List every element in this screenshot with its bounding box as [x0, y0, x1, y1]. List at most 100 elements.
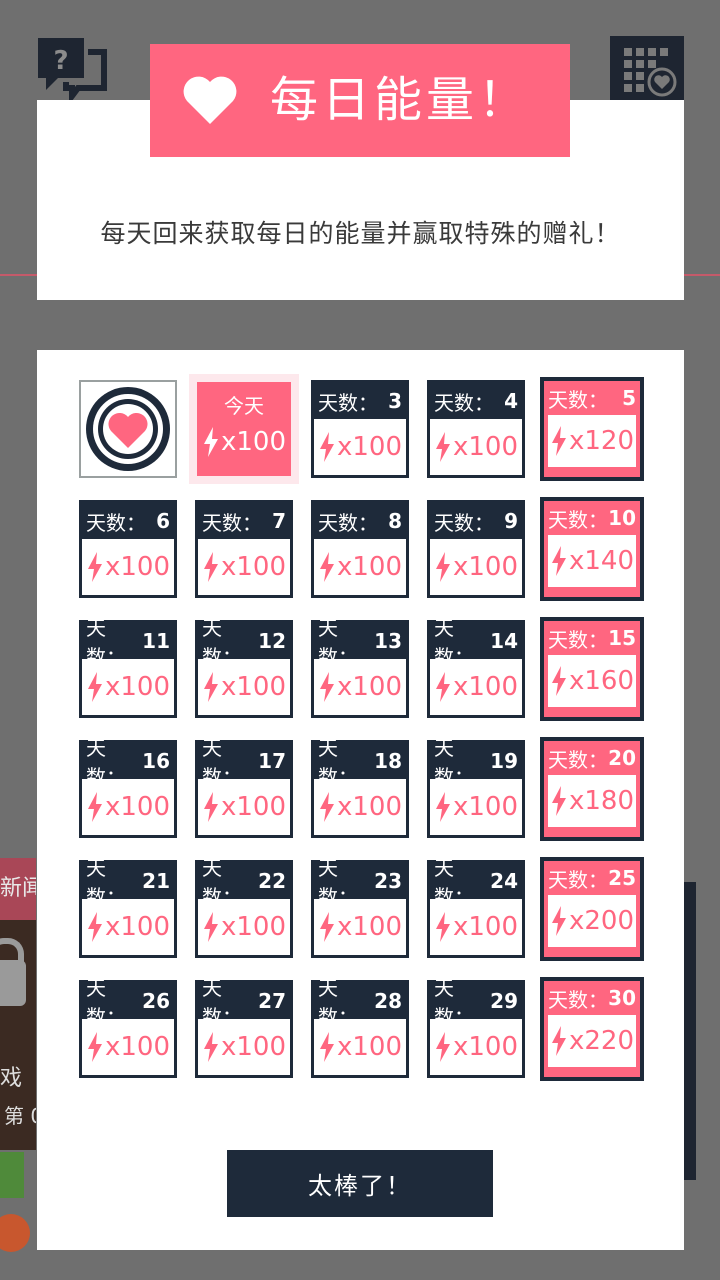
- day-number: 23: [374, 869, 402, 893]
- day-header: 天数： 15: [544, 621, 640, 655]
- day-label: 天数：: [86, 856, 126, 909]
- bonus-day-cell: 天数： 5 x120: [540, 377, 644, 481]
- collected-heart-cell: [79, 380, 177, 478]
- day-cell: 天数： 14 x100: [427, 616, 525, 718]
- lock-icon: [0, 938, 26, 1006]
- energy-bolt-icon: [319, 432, 334, 462]
- day-number: 17: [258, 749, 286, 773]
- day-cell: 天数： 8 x100: [311, 500, 409, 598]
- day-reward: x140: [548, 535, 636, 587]
- title-banner: 每日能量！: [150, 44, 570, 157]
- day-label: 天数：: [202, 856, 242, 909]
- background-card-subtext: 第 0: [4, 1104, 36, 1128]
- today-label: 今天: [224, 394, 264, 418]
- heart-badge-icon: [86, 387, 170, 471]
- day-cell: 天数： 12 x100: [195, 616, 293, 718]
- day-label: 天数：: [86, 616, 126, 669]
- day-header: 天数： 6: [82, 503, 174, 539]
- energy-bolt-icon: [319, 792, 334, 822]
- energy-bolt-icon: [551, 786, 566, 816]
- day-number: 19: [490, 749, 518, 773]
- day-number: 5: [622, 386, 636, 410]
- day-label: 天数：: [434, 736, 474, 789]
- day-label: 天数：: [548, 387, 608, 412]
- day-label: 天数：: [86, 510, 146, 535]
- dialog-subtitle: 每天回来获取每日的能量并赢取特殊的赠礼！: [100, 219, 621, 248]
- day-reward-amount: x100: [452, 1032, 518, 1062]
- day-cell: 天数： 6 x100: [79, 500, 177, 598]
- day-header: 天数： 5: [544, 381, 640, 415]
- day-header: 天数： 24: [430, 856, 522, 909]
- day-label: 天数：: [548, 507, 608, 532]
- background-news-tab: 新闻: [0, 858, 36, 920]
- day-reward-amount: x100: [452, 552, 518, 582]
- day-reward: x180: [548, 775, 636, 827]
- day-label: 天数：: [318, 976, 358, 1029]
- day-reward-amount: x100: [104, 552, 170, 582]
- day-number: 27: [258, 989, 286, 1013]
- day-label: 天数：: [318, 856, 358, 909]
- day-header: 天数： 9: [430, 503, 522, 539]
- day-label: 天数：: [202, 510, 262, 535]
- day-label: 天数：: [434, 976, 474, 1029]
- day-header: 天数： 16: [82, 736, 174, 789]
- day-label: 天数：: [434, 510, 494, 535]
- energy-bolt-icon: [203, 1032, 218, 1062]
- energy-bolt-icon: [551, 1026, 566, 1056]
- energy-bolt-icon: [551, 906, 566, 936]
- day-number: 22: [258, 869, 286, 893]
- day-cell: 天数： 17 x100: [195, 736, 293, 838]
- energy-bolt-icon: [551, 666, 566, 696]
- day-label: 天数：: [318, 510, 378, 535]
- day-label: 天数：: [548, 627, 608, 652]
- day-cell: 天数： 22 x100: [195, 856, 293, 958]
- day-header: 天数： 28: [314, 976, 406, 1029]
- day-reward-amount: x100: [452, 672, 518, 702]
- energy-bolt-icon: [87, 1032, 102, 1062]
- day-header: 天数： 7: [198, 503, 290, 539]
- day-reward-amount: x100: [220, 552, 286, 582]
- day-reward-amount: x100: [104, 792, 170, 822]
- day-number: 24: [490, 869, 518, 893]
- energy-bolt-icon: [319, 912, 334, 942]
- day-reward: x100: [430, 419, 522, 475]
- dialog-title: 每日能量！: [270, 72, 531, 128]
- day-cell: 天数： 29 x100: [427, 976, 525, 1078]
- day-number: 26: [142, 989, 170, 1013]
- energy-bolt-icon: [435, 672, 450, 702]
- day-cell: 天数： 4 x100: [427, 380, 525, 478]
- day-number: 18: [374, 749, 402, 773]
- energy-bolt-icon: [435, 1032, 450, 1062]
- bonus-day-cell: 天数： 10 x140: [540, 497, 644, 601]
- day-header: 天数： 29: [430, 976, 522, 1029]
- day-cell: 天数： 18 x100: [311, 736, 409, 838]
- day-header: 天数： 26: [82, 976, 174, 1029]
- day-reward: x120: [548, 415, 636, 467]
- energy-bolt-icon: [203, 427, 218, 457]
- day-header: 天数： 25: [544, 861, 640, 895]
- day-number: 21: [142, 869, 170, 893]
- day-number: 15: [608, 626, 636, 650]
- background-orange-button: [0, 1214, 30, 1252]
- day-cell: 天数： 23 x100: [311, 856, 409, 958]
- day-reward-amount: x220: [568, 1026, 634, 1056]
- energy-bolt-icon: [551, 546, 566, 576]
- day-cell: 天数： 3 x100: [311, 380, 409, 478]
- great-button[interactable]: 太棒了！: [227, 1150, 493, 1217]
- day-reward-amount: x100: [220, 912, 286, 942]
- day-number: 11: [142, 629, 170, 653]
- day-number: 20: [608, 746, 636, 770]
- day-reward: x100: [82, 539, 174, 595]
- day-number: 9: [504, 509, 518, 533]
- day-number: 6: [156, 509, 170, 533]
- today-reward-cell[interactable]: 今天 x100: [189, 374, 299, 484]
- day-number: 16: [142, 749, 170, 773]
- day-label: 天数：: [548, 867, 608, 892]
- day-number: 3: [388, 389, 402, 413]
- day-label: 天数：: [434, 856, 474, 909]
- day-label: 天数：: [86, 976, 126, 1029]
- energy-bolt-icon: [435, 552, 450, 582]
- energy-bolt-icon: [203, 552, 218, 582]
- day-cell: 天数： 13 x100: [311, 616, 409, 718]
- day-header: 天数： 18: [314, 736, 406, 789]
